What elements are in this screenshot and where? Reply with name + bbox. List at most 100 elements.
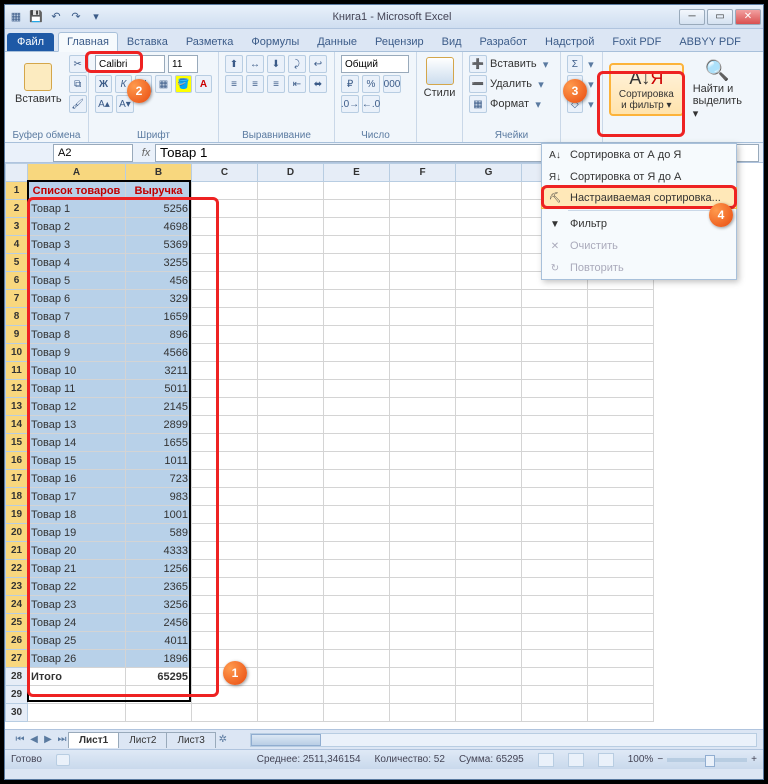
cell[interactable] [456, 596, 522, 614]
cell[interactable] [324, 272, 390, 290]
cell[interactable] [192, 704, 258, 722]
row-header-6[interactable]: 6 [6, 272, 28, 290]
format-cells-icon[interactable]: ▦ [469, 95, 487, 113]
cell[interactable] [390, 182, 456, 200]
view-pagebreak-icon[interactable] [598, 753, 614, 767]
sheet-nav-prev-icon[interactable]: ◀ [27, 734, 41, 745]
cell[interactable] [192, 632, 258, 650]
cell-b27[interactable]: 1896 [126, 650, 192, 668]
cell[interactable] [258, 686, 324, 704]
cell[interactable] [126, 704, 192, 722]
cell[interactable] [192, 542, 258, 560]
cell[interactable] [258, 344, 324, 362]
tab-foxit[interactable]: Foxit PDF [603, 32, 670, 51]
row-header-22[interactable]: 22 [6, 560, 28, 578]
sheet-tab-1[interactable]: Лист1 [68, 732, 119, 748]
header-a[interactable]: Список товаров [28, 182, 126, 200]
row-header-16[interactable]: 16 [6, 452, 28, 470]
cell-a4[interactable]: Товар 3 [28, 236, 126, 254]
cell[interactable] [192, 470, 258, 488]
cell-b6[interactable]: 456 [126, 272, 192, 290]
cell[interactable] [588, 632, 654, 650]
cell[interactable] [588, 560, 654, 578]
row-header-5[interactable]: 5 [6, 254, 28, 272]
tab-home[interactable]: Главная [58, 32, 118, 52]
tab-file[interactable]: Файл [7, 33, 54, 51]
cell[interactable] [390, 398, 456, 416]
cell-b26[interactable]: 4011 [126, 632, 192, 650]
cell[interactable] [258, 236, 324, 254]
cell[interactable] [588, 452, 654, 470]
cell[interactable] [258, 416, 324, 434]
row-header-1[interactable]: 1 [6, 182, 28, 200]
cell[interactable] [588, 398, 654, 416]
cell[interactable] [258, 272, 324, 290]
row-header-27[interactable]: 27 [6, 650, 28, 668]
cell[interactable] [390, 290, 456, 308]
cell-a11[interactable]: Товар 10 [28, 362, 126, 380]
cell[interactable] [522, 470, 588, 488]
cell[interactable] [588, 416, 654, 434]
cell[interactable] [192, 686, 258, 704]
cell[interactable] [456, 452, 522, 470]
cell-a5[interactable]: Товар 4 [28, 254, 126, 272]
minimize-button[interactable]: ─ [679, 9, 705, 25]
cell[interactable] [192, 182, 258, 200]
cell[interactable] [390, 308, 456, 326]
sheet-nav-last-icon[interactable]: ⏭ [55, 734, 69, 745]
cell[interactable] [588, 434, 654, 452]
fill-color-button[interactable]: 🪣 [175, 75, 192, 93]
undo-icon[interactable]: ↶ [47, 8, 65, 26]
cell[interactable] [390, 344, 456, 362]
cell[interactable] [390, 488, 456, 506]
cell[interactable] [522, 344, 588, 362]
merge-icon[interactable]: ⬌ [309, 75, 327, 93]
styles-button[interactable]: Стили [423, 55, 456, 101]
row-header-24[interactable]: 24 [6, 596, 28, 614]
row-header-20[interactable]: 20 [6, 524, 28, 542]
cell[interactable] [456, 326, 522, 344]
cell[interactable] [456, 614, 522, 632]
currency-icon[interactable]: ₽ [341, 75, 359, 93]
cell[interactable] [192, 254, 258, 272]
row-header-25[interactable]: 25 [6, 614, 28, 632]
cell[interactable] [192, 560, 258, 578]
cell[interactable] [258, 506, 324, 524]
cell[interactable] [522, 308, 588, 326]
cell[interactable] [258, 362, 324, 380]
cell[interactable] [390, 578, 456, 596]
wrap-text-icon[interactable]: ↩ [309, 55, 327, 73]
tab-formulas[interactable]: Формулы [242, 32, 308, 51]
cell[interactable] [390, 452, 456, 470]
decrease-decimal-icon[interactable]: ←.0 [362, 95, 380, 113]
cell[interactable] [456, 290, 522, 308]
paste-button[interactable]: Вставить [11, 61, 66, 107]
view-layout-icon[interactable] [568, 753, 584, 767]
row-header-18[interactable]: 18 [6, 488, 28, 506]
cell[interactable] [324, 200, 390, 218]
row-header-14[interactable]: 14 [6, 416, 28, 434]
close-button[interactable]: ✕ [735, 9, 761, 25]
cell-b10[interactable]: 4566 [126, 344, 192, 362]
cell-b7[interactable]: 329 [126, 290, 192, 308]
cell[interactable] [324, 524, 390, 542]
cell[interactable] [588, 470, 654, 488]
cell[interactable] [588, 668, 654, 686]
menu-custom-sort[interactable]: ⛏Настраиваемая сортировка... [541, 187, 737, 209]
cell[interactable] [588, 326, 654, 344]
zoom-level[interactable]: 100% [628, 754, 654, 765]
cell-b17[interactable]: 723 [126, 470, 192, 488]
cell[interactable] [456, 344, 522, 362]
cell[interactable] [588, 686, 654, 704]
cell[interactable] [126, 686, 192, 704]
cell[interactable] [456, 578, 522, 596]
zoom-slider[interactable] [667, 758, 747, 762]
row-header-17[interactable]: 17 [6, 470, 28, 488]
border-button[interactable]: ▦ [155, 75, 172, 93]
cell[interactable] [588, 596, 654, 614]
cell-a9[interactable]: Товар 8 [28, 326, 126, 344]
cell[interactable] [522, 686, 588, 704]
new-sheet-icon[interactable]: ✲ [216, 734, 230, 745]
cell[interactable] [456, 650, 522, 668]
cell[interactable] [192, 200, 258, 218]
